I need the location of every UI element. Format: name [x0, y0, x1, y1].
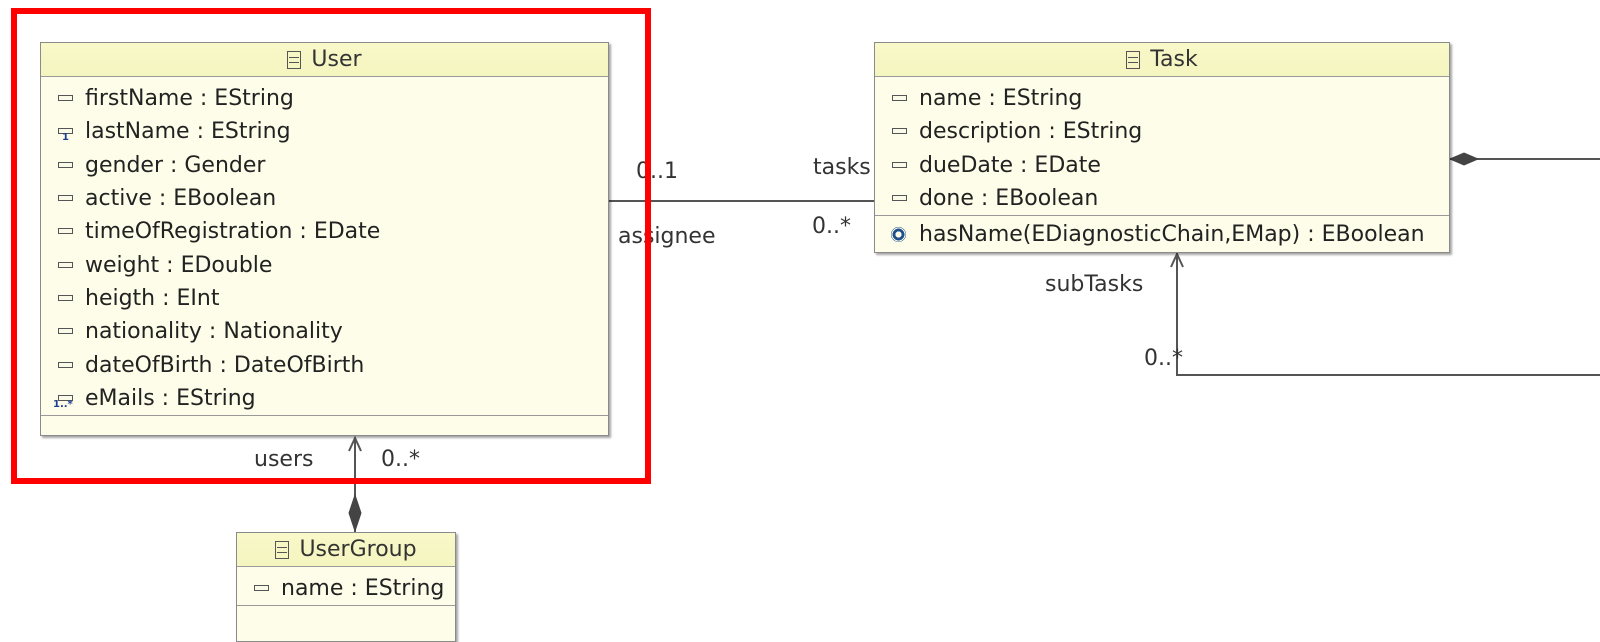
subtasks-multiplicity: 0..* — [1144, 346, 1183, 371]
attribute-label: dueDate : EDate — [919, 152, 1101, 178]
eattribute-icon — [891, 123, 908, 140]
attribute-label: done : EBoolean — [919, 186, 1099, 212]
task-operation-row[interactable]: hasName(EDiagnosticChain,EMap) : EBoolea… — [875, 216, 1449, 252]
eclass-icon — [1126, 50, 1141, 69]
task-attributes: name : EString description : EString due… — [875, 77, 1449, 217]
task-class-header[interactable]: Task — [875, 43, 1449, 77]
usergroup-attributes: name : EString — [237, 567, 455, 607]
eoperation-icon — [891, 226, 906, 242]
usergroup-class[interactable]: UserGroup name : EString — [236, 532, 456, 642]
operation-label: hasName(EDiagnosticChain,EMap) : EBoolea… — [919, 221, 1425, 247]
eattribute-icon — [253, 580, 270, 597]
eattribute-icon — [891, 190, 908, 207]
usergroup-composition-diamond — [348, 493, 362, 533]
tasks-multiplicity: 0..* — [812, 214, 851, 239]
tasks-role-label: tasks — [813, 155, 871, 180]
attribute-label: name : EString — [281, 576, 445, 602]
task-attribute-row[interactable]: description : EString — [875, 115, 1449, 148]
usergroup-attribute-row[interactable]: name : EString — [237, 572, 455, 605]
eattribute-icon — [891, 90, 908, 107]
task-composition-diamond — [1448, 152, 1480, 166]
usergroup-class-name: UserGroup — [299, 537, 417, 562]
selection-highlight — [11, 8, 651, 484]
task-attribute-row[interactable]: done : EBoolean — [875, 182, 1449, 215]
task-attribute-row[interactable]: dueDate : EDate — [875, 149, 1449, 182]
task-subtasks-line[interactable] — [1176, 253, 1600, 376]
attribute-label: name : EString — [919, 86, 1083, 112]
usergroup-class-header[interactable]: UserGroup — [237, 533, 455, 567]
attribute-label: description : EString — [919, 119, 1143, 145]
subtasks-role-label: subTasks — [1045, 272, 1144, 297]
eattribute-icon — [891, 157, 908, 174]
task-class-name: Task — [1150, 47, 1198, 72]
eclass-icon — [275, 540, 290, 559]
task-class[interactable]: Task name : EString description : EStrin… — [874, 42, 1450, 253]
task-attribute-row[interactable]: name : EString — [875, 82, 1449, 115]
